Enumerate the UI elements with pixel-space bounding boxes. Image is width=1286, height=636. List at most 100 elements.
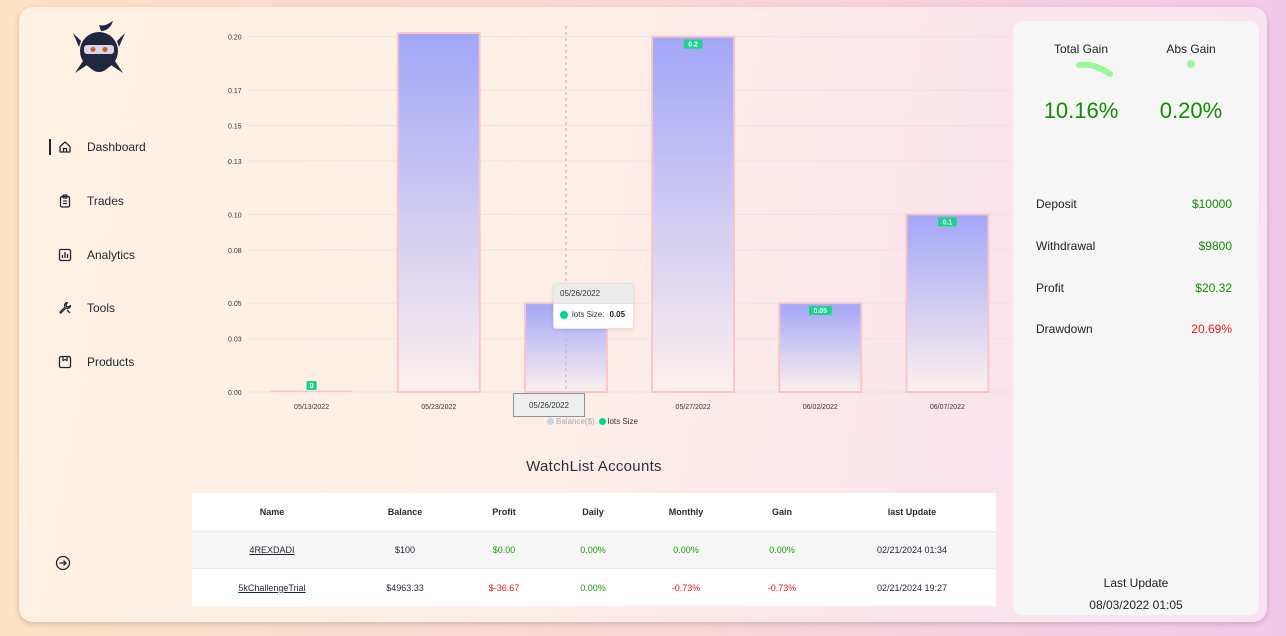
y-tick-label: 0.05 (228, 301, 242, 308)
app-frame: Dashboard Trades Analytics Tools Product… (19, 7, 1267, 622)
column-header-gain[interactable]: Gain (736, 507, 828, 517)
wrench-icon (57, 300, 73, 316)
legend-swatch (598, 418, 606, 425)
cell-last-update: 02/21/2024 01:34 (876, 545, 948, 555)
sidebar-item-trades[interactable]: Trades (49, 187, 124, 215)
x-tick-label: 05/27/2022 (676, 404, 711, 411)
chart-svg: 0.00 0.03 0.05 0.08 0.10 0.13 0.15 0.17 0.20 0 05/… (228, 26, 1011, 411)
y-tick-label: 0.00 (228, 390, 242, 397)
tooltip-series-dot (560, 310, 568, 319)
stat-label: Profit (1036, 281, 1065, 295)
stat-value: $10000 (1191, 197, 1232, 211)
x-tick-label: 06/02/2022 (803, 404, 838, 411)
data-label: 0.05 (813, 308, 827, 315)
y-tick-label: 0.17 (228, 88, 242, 95)
stat-withdrawal: Withdrawal $9800 (1036, 239, 1232, 253)
sidebar-item-label: Analytics (87, 248, 136, 262)
account-link[interactable]: 4REXDADI (249, 545, 294, 555)
abs-gain-value: 0.20% (1159, 98, 1223, 123)
column-header-name[interactable]: Name (192, 507, 352, 517)
cell-gain: 0.00% (769, 545, 795, 555)
sidebar-item-products[interactable]: Products (49, 348, 134, 376)
table-row[interactable]: 5kChallengeTrial $4963.33 $-36.67 0.00% … (192, 569, 996, 606)
cell-profit: $-36.67 (488, 582, 520, 593)
chart-tooltip: 05/26/2022 lots Size: 0.05 (553, 283, 634, 329)
data-label: 0.1 (943, 219, 953, 226)
cell-last-update: 02/21/2024 19:27 (876, 582, 948, 593)
tooltip-date: 05/26/2022 (554, 284, 633, 304)
cell-daily: 0.00% (580, 545, 606, 555)
data-label: 0.2 (688, 42, 698, 49)
ninja-logo-icon (73, 21, 125, 73)
x-tick-label: 06/07/2022 (930, 404, 965, 411)
active-indicator (49, 139, 51, 155)
cell-balance: $4963.33 (386, 582, 424, 593)
cell-balance: $100 (394, 545, 416, 555)
table-header-row: Name Balance Profit Daily Monthly Gain l… (192, 493, 996, 532)
abs-gain-label: Abs Gain (1166, 42, 1216, 56)
x-axis-hover-label: 05/26/2022 (513, 393, 585, 417)
stat-profit: Profit $20.32 (1036, 281, 1232, 295)
column-header-balance[interactable]: Balance (352, 507, 458, 517)
stat-value: 20.69% (1191, 322, 1232, 336)
legend-label: Balance($) (556, 417, 595, 426)
stat-deposit: Deposit $10000 (1036, 197, 1232, 211)
bar (651, 35, 736, 394)
stat-label: Deposit (1036, 197, 1077, 211)
clipboard-icon (57, 193, 73, 209)
legend-item-lots-size[interactable]: lots Size (598, 417, 638, 426)
y-tick-label: 0.03 (228, 337, 242, 344)
x-tick-label: 05/13/2022 (294, 404, 329, 411)
data-label: 0 (310, 383, 314, 390)
column-header-last-update[interactable]: last Update (828, 507, 996, 517)
y-tick-label: 0.08 (228, 248, 242, 255)
stat-label: Withdrawal (1036, 239, 1096, 253)
sidebar-item-tools[interactable]: Tools (49, 294, 115, 322)
cell-profit: $0.00 (492, 545, 516, 555)
sidebar-item-label: Products (87, 355, 135, 369)
sidebar-item-label: Tools (87, 301, 116, 315)
column-header-profit[interactable]: Profit (458, 507, 550, 517)
stat-value: $20.32 (1195, 281, 1232, 295)
table-row[interactable]: 4REXDADI $100 $0.00 0.00% 0.00% 0.00% 02… (192, 532, 996, 569)
cell-monthly: -0.73% (671, 582, 701, 593)
account-summary-panel: Total Gain Abs Gain 10.16% 0.20% Deposit… (1013, 21, 1259, 615)
bar (270, 390, 353, 392)
cell-monthly: 0.00% (673, 545, 699, 555)
last-update-value: 08/03/2022 01:05 (1089, 598, 1183, 612)
stat-label: Drawdown (1036, 322, 1093, 336)
total-gain-gauge (1076, 61, 1113, 77)
logout-icon[interactable] (55, 555, 71, 571)
lots-size-chart: 0.00 0.03 0.05 0.08 0.10 0.13 0.15 0.17 0.20 0 05/… (199, 23, 1019, 443)
watchlist-title: WatchList Accounts (526, 458, 662, 475)
bar (396, 32, 481, 393)
bar-chart-icon (57, 247, 73, 263)
stat-drawdown: Drawdown 20.69% (1036, 322, 1232, 336)
tooltip-value: 0.05 (609, 310, 626, 319)
sidebar-item-label: Dashboard (87, 140, 146, 154)
legend-label: lots Size (607, 417, 638, 426)
package-icon (57, 354, 73, 370)
total-gain-label: Total Gain (1053, 42, 1109, 56)
abs-gain-gauge (1187, 60, 1195, 68)
last-update-label: Last Update (1103, 576, 1169, 590)
legend-swatch (547, 418, 554, 425)
sidebar-item-analytics[interactable]: Analytics (49, 241, 135, 269)
x-tick-label: 05/23/2022 (421, 404, 456, 411)
y-tick-label: 0.15 (228, 123, 242, 130)
sidebar-item-dashboard[interactable]: Dashboard (49, 133, 146, 161)
cell-gain: -0.73% (767, 582, 797, 593)
legend-item-balance[interactable]: Balance($) (547, 417, 595, 426)
y-tick-label: 0.20 (228, 35, 242, 42)
account-link[interactable]: 5kChallengeTrial (238, 583, 305, 593)
y-tick-label: 0.13 (228, 159, 242, 166)
column-header-daily[interactable]: Daily (550, 507, 636, 517)
tooltip-series-label: lots Size: (572, 310, 605, 319)
y-tick-label: 0.10 (228, 212, 242, 219)
home-icon (57, 139, 73, 155)
bar (905, 213, 990, 393)
column-header-monthly[interactable]: Monthly (636, 507, 736, 517)
cell-daily: 0.00% (580, 582, 606, 593)
watchlist-table: Name Balance Profit Daily Monthly Gain l… (192, 493, 996, 606)
total-gain-value: 10.16% (1043, 98, 1119, 123)
